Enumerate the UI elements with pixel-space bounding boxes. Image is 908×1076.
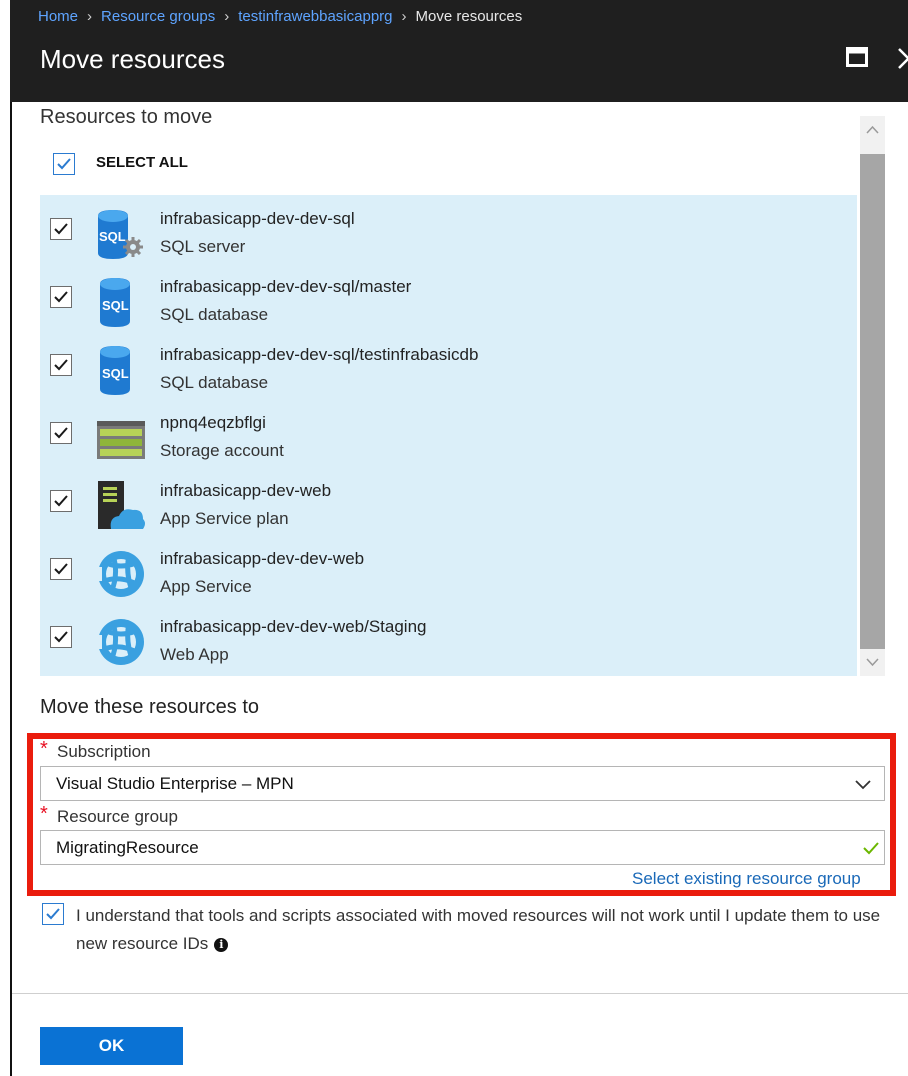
item-checkbox[interactable]: [50, 354, 72, 376]
checkmark-icon: [54, 631, 68, 643]
resource-group-value: MigratingResource: [56, 838, 199, 857]
section-title: Resources to move: [40, 106, 213, 128]
resource-name: infrabasicapp-dev-dev-web/Staging: [160, 617, 427, 636]
web-app-icon: [95, 615, 147, 667]
acknowledge-text: I understand that tools and scripts asso…: [76, 902, 886, 958]
item-checkbox[interactable]: [50, 286, 72, 308]
sql-server-icon: SQL: [95, 207, 147, 259]
checkmark-icon: [54, 563, 68, 575]
ok-button[interactable]: OK: [40, 1027, 183, 1065]
move-resources-blade: Home › Resource groups › testinfrawebbasicap…: [0, 0, 908, 1076]
acknowledge-checkbox[interactable]: [42, 903, 64, 925]
checkmark-icon: [54, 291, 68, 303]
breadcrumb-separator-icon: ›: [87, 8, 93, 25]
scroll-up-icon[interactable]: [860, 118, 885, 142]
checkmark-icon: [57, 158, 71, 170]
storage-account-icon: [95, 411, 147, 463]
sql-database-icon: SQL: [95, 343, 147, 395]
breadcrumb-resource-groups[interactable]: Resource groups: [101, 8, 215, 25]
select-all-label: SELECT ALL: [96, 154, 188, 171]
required-marker: *: [40, 738, 48, 760]
checkmark-icon: [46, 908, 60, 920]
panel-border: [10, 102, 12, 1076]
resource-name: infrabasicapp-dev-dev-sql/master: [160, 277, 412, 296]
resource-type: SQL database: [160, 373, 269, 392]
subscription-dropdown[interactable]: Visual Studio Enterprise – MPN: [40, 766, 885, 801]
breadcrumb-separator-icon: ›: [224, 8, 230, 25]
resource-name: npnq4eqzbflgi: [160, 413, 266, 432]
breadcrumb-current: Move resources: [415, 8, 523, 25]
resource-list: SQL infrabasicapp-dev-dev-sql SQL server: [40, 195, 857, 676]
item-checkbox[interactable]: [50, 626, 72, 648]
resource-name: infrabasicapp-dev-dev-web: [160, 549, 365, 568]
sql-database-icon: SQL: [95, 275, 147, 327]
list-item[interactable]: infrabasicapp-dev-dev-web/Staging Web Ap…: [40, 603, 857, 671]
footer-divider: [12, 993, 908, 994]
close-icon[interactable]: [893, 44, 908, 70]
checkmark-icon: [54, 223, 68, 235]
section-title-container: Resources to move: [40, 102, 840, 130]
list-item[interactable]: SQL infrabasicapp-dev-dev-sql/testinfrab…: [40, 331, 857, 399]
select-all-checkbox[interactable]: [53, 153, 75, 175]
page-title: Move resources: [40, 44, 225, 74]
blade-header: Home › Resource groups › testinfrawebbasicap…: [10, 0, 908, 102]
list-item[interactable]: npnq4eqzbflgi Storage account: [40, 399, 857, 467]
info-icon[interactable]: i: [214, 938, 229, 952]
valid-check-icon: [863, 842, 879, 855]
checkmark-icon: [54, 427, 68, 439]
app-service-plan-icon: [95, 479, 147, 531]
resource-type: SQL server: [160, 237, 246, 256]
resource-name: infrabasicapp-dev-dev-sql: [160, 209, 355, 228]
scrollbar[interactable]: [860, 116, 885, 676]
maximize-icon[interactable]: [846, 47, 868, 67]
resource-type: Web App: [160, 645, 229, 664]
resource-type: Storage account: [160, 441, 284, 460]
resource-type: App Service plan: [160, 509, 289, 528]
item-checkbox[interactable]: [50, 422, 72, 444]
required-marker: *: [40, 803, 48, 825]
item-checkbox[interactable]: [50, 490, 72, 512]
breadcrumb-resource-group[interactable]: testinfrawebbasicapprg: [238, 8, 392, 25]
list-item[interactable]: infrabasicapp-dev-web App Service plan: [40, 467, 857, 535]
checkmark-icon: [54, 495, 68, 507]
resource-type: SQL database: [160, 305, 269, 324]
list-item[interactable]: SQL infrabasicapp-dev-dev-sql/master SQL…: [40, 263, 857, 331]
app-service-icon: [95, 547, 147, 599]
subscription-value: Visual Studio Enterprise – MPN: [56, 774, 294, 793]
scroll-down-icon[interactable]: [860, 650, 885, 674]
acknowledge-label: I understand that tools and scripts asso…: [76, 906, 881, 953]
item-checkbox[interactable]: [50, 218, 72, 240]
select-existing-resource-group-link[interactable]: Select existing resource group: [632, 869, 861, 889]
breadcrumb-home[interactable]: Home: [38, 8, 78, 25]
resource-group-label: Resource group: [57, 807, 178, 826]
resource-group-input[interactable]: MigratingResource: [40, 830, 885, 865]
resource-name: infrabasicapp-dev-web: [160, 481, 332, 500]
move-heading: Move these resources to: [40, 696, 259, 718]
scrollbar-thumb[interactable]: [860, 154, 885, 649]
list-item[interactable]: infrabasicapp-dev-dev-web App Service: [40, 535, 857, 603]
list-item[interactable]: SQL infrabasicapp-dev-dev-sql SQL server: [40, 195, 857, 263]
subscription-label: Subscription: [57, 742, 151, 761]
resource-name: infrabasicapp-dev-dev-sql/testinfrabasic…: [160, 345, 479, 364]
breadcrumb-separator-icon: ›: [401, 8, 407, 25]
breadcrumb: Home › Resource groups › testinfrawebbasicap…: [38, 8, 522, 25]
svg-text:SQL: SQL: [102, 366, 129, 381]
checkmark-icon: [54, 359, 68, 371]
svg-text:SQL: SQL: [99, 229, 126, 244]
chevron-down-icon: [855, 780, 871, 790]
svg-text:SQL: SQL: [102, 298, 129, 313]
item-checkbox[interactable]: [50, 558, 72, 580]
resource-type: App Service: [160, 577, 252, 596]
